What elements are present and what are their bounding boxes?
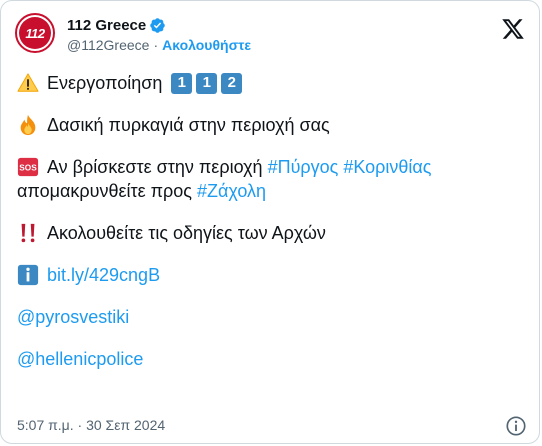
- evacuate-text: απομακρυνθείτε προς: [17, 181, 192, 201]
- fire-icon: [20, 114, 36, 136]
- tweet-text: Ενεργοποίηση 1 1 2 Δασική πυρκαγιά στην …: [17, 71, 523, 371]
- line-location: SOS Αν βρίσκεστε στην περιοχή #Πύργος #Κ…: [17, 155, 523, 179]
- keycap-1: 1: [171, 72, 193, 94]
- line-evacuate: απομακρυνθείτε προς #Ζάχολη: [17, 179, 523, 203]
- line-mention-1: @pyrosvestiki: [17, 305, 523, 329]
- location-text: Αν βρίσκεστε στην περιοχή: [47, 157, 263, 177]
- fire-text: Δασική πυρκαγιά στην περιοχή σας: [47, 115, 330, 135]
- activation-text: Ενεργοποίηση: [47, 73, 163, 93]
- short-link[interactable]: bit.ly/429cngB: [47, 263, 160, 287]
- separator: ·: [153, 37, 159, 53]
- author-info: 112 Greece @112Greece · Ακολουθήστε: [67, 15, 251, 55]
- tweet-card[interactable]: 112 112 Greece @112Greece · Ακολουθήστε: [0, 0, 540, 444]
- mention-pyrosvestiki[interactable]: @pyrosvestiki: [17, 305, 129, 329]
- tweet-footer: 5:07 π.μ. · 30 Σεπ 2024: [17, 417, 165, 433]
- display-name[interactable]: 112 Greece: [67, 17, 146, 34]
- double-exclamation-icon: [21, 223, 35, 243]
- keycap-2: 2: [221, 72, 243, 94]
- avatar[interactable]: 112: [15, 13, 55, 53]
- hashtag-zacholi[interactable]: #Ζάχολη: [197, 179, 266, 203]
- hashtag-pyrgos[interactable]: #Πύργος: [268, 155, 339, 179]
- keycap-1b: 1: [196, 72, 218, 94]
- warning-icon: [17, 73, 39, 92]
- info-icon[interactable]: [505, 415, 527, 437]
- hashtag-korinthias[interactable]: #Κορινθίας: [343, 155, 431, 179]
- verified-badge-icon: [150, 17, 166, 33]
- handle[interactable]: @112Greece: [67, 37, 149, 53]
- line-instructions: Ακολουθείτε τις οδηγίες των Αρχών: [17, 221, 523, 245]
- info-emoji-icon: [17, 264, 39, 286]
- sos-icon: SOS: [17, 157, 39, 177]
- mention-hellenicpolice[interactable]: @hellenicpolice: [17, 347, 143, 371]
- instructions-text: Ακολουθείτε τις οδηγίες των Αρχών: [47, 223, 326, 243]
- line-mention-2: @hellenicpolice: [17, 347, 523, 371]
- x-logo-icon[interactable]: [501, 17, 525, 41]
- line-fire: Δασική πυρκαγιά στην περιοχή σας: [17, 113, 523, 137]
- timestamp[interactable]: 5:07 π.μ. · 30 Σεπ 2024: [17, 417, 165, 433]
- line-activation: Ενεργοποίηση 1 1 2: [17, 71, 523, 95]
- tweet-header: 112 112 Greece @112Greece · Ακολουθήστε: [15, 13, 525, 61]
- line-link: bit.ly/429cngB: [17, 263, 523, 287]
- avatar-logo: 112: [19, 17, 51, 49]
- follow-button[interactable]: Ακολουθήστε: [162, 37, 251, 53]
- svg-text:SOS: SOS: [19, 164, 37, 173]
